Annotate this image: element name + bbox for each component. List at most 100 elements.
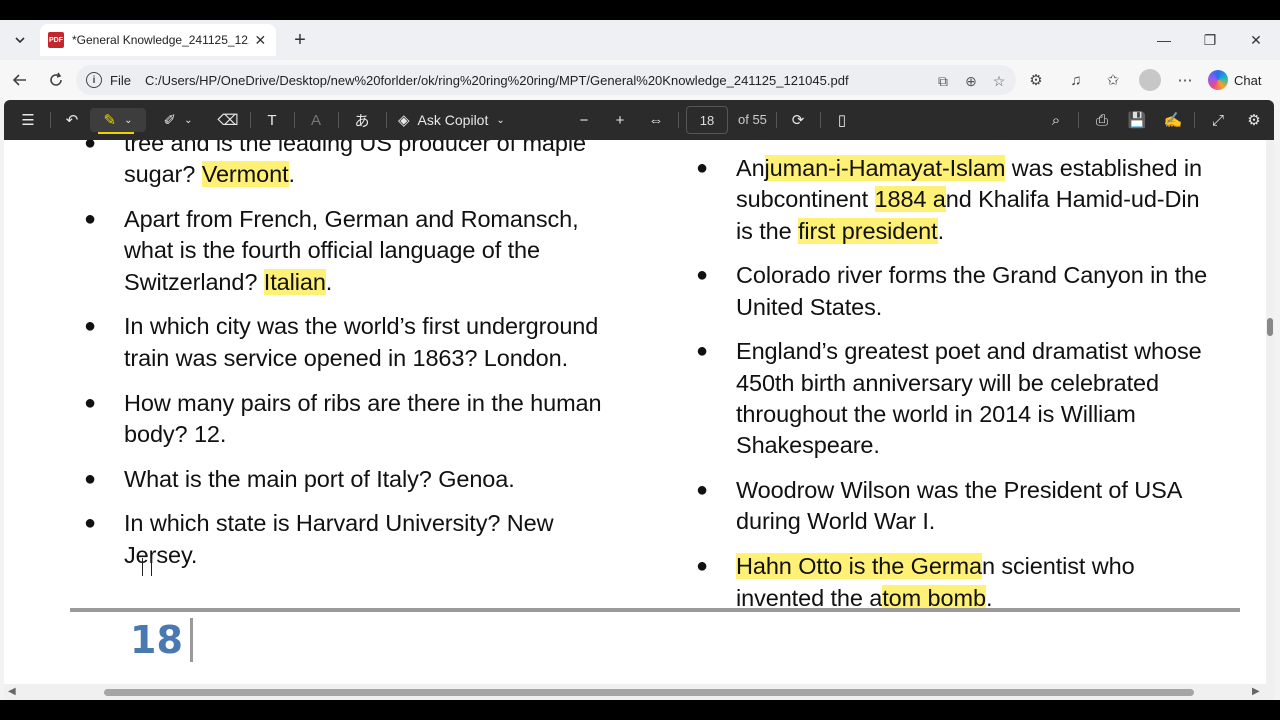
- vertical-scroll-thumb[interactable]: [1267, 318, 1273, 336]
- list-item-text: What is the main port of Italy? Genoa.: [124, 465, 515, 492]
- save-as-icon[interactable]: ✍: [1161, 108, 1185, 132]
- bullet-icon: ●: [696, 157, 708, 179]
- more-menu-icon[interactable]: ⋯: [1173, 68, 1197, 92]
- page-total: of 55: [738, 112, 767, 127]
- zoom-icon[interactable]: ⊕: [962, 72, 980, 90]
- highlighted-text: Italian: [263, 268, 326, 295]
- tab-title: *General Knowledge_241125_121045: [72, 33, 249, 47]
- list-item: ● In which city was the world’s first und…: [84, 311, 624, 374]
- save-icon[interactable]: 💾: [1125, 108, 1149, 132]
- tab-active[interactable]: PDF *General Knowledge_241125_121045 ✕: [40, 24, 276, 56]
- bullet-icon: ●: [84, 315, 96, 338]
- copilot-icon: ◈: [398, 112, 410, 129]
- eraser-icon[interactable]: ⌫: [216, 108, 240, 132]
- list-item: ● Colorado river forms the Grand Canyon i…: [696, 260, 1216, 323]
- close-window-button[interactable]: ✕: [1244, 28, 1268, 52]
- translate-icon[interactable]: あ: [350, 108, 374, 132]
- toolbar-divider: [386, 112, 387, 128]
- copilot-chat-button[interactable]: Chat: [1208, 67, 1261, 93]
- tab-strip: PDF *General Knowledge_241125_121045 ✕ +…: [0, 20, 1280, 60]
- scroll-right-icon[interactable]: ▶: [1252, 686, 1260, 697]
- reading-tools-icon[interactable]: ♫: [1064, 68, 1088, 92]
- undo-icon[interactable]: ↶: [60, 108, 84, 132]
- chevron-down-icon: ⌄: [184, 114, 193, 126]
- list-item-text: .: [325, 268, 333, 295]
- zoom-in-icon[interactable]: +: [608, 108, 632, 132]
- list-item: ● Woodrow Wilson was the President of USA…: [696, 475, 1216, 538]
- list-item: ● Apart from French, German and Romansch,…: [84, 204, 624, 298]
- add-text-icon[interactable]: T: [260, 108, 284, 132]
- draw-tool-button[interactable]: ✐ ⌄: [156, 108, 200, 132]
- info-icon[interactable]: i: [86, 72, 102, 88]
- avatar[interactable]: [1139, 69, 1161, 91]
- toolbar-divider: [1078, 112, 1079, 128]
- pdf-toolbar: ☰ ↶ ✎ ⌄ ✐ ⌄ ⌫ T A あ ◈ Ask Copilot ⌄ − + …: [4, 100, 1274, 140]
- pdf-icon: PDF: [48, 32, 64, 48]
- page-number-input[interactable]: 18: [686, 106, 728, 134]
- list-item-text: .: [985, 584, 993, 611]
- toolbar-divider: [820, 112, 821, 128]
- rotate-icon[interactable]: ⟳: [786, 108, 810, 132]
- list-item-text: .: [288, 161, 296, 188]
- highlighted-text: Vermont: [201, 161, 289, 188]
- toolbar-divider: [250, 112, 251, 128]
- list-item-text: Colorado river forms the Grand Canyon in…: [736, 262, 1208, 320]
- page-view-icon[interactable]: ▯: [830, 108, 854, 132]
- address-row: i File C:/Users/HP/OneDrive/Desktop/new%…: [0, 60, 1280, 100]
- toolbar-divider: [1194, 112, 1195, 128]
- bullet-icon: ●: [696, 555, 708, 578]
- tab-list-button[interactable]: [8, 28, 32, 52]
- list-item: ● What is the main port of Italy? Genoa.: [84, 464, 624, 495]
- contents-icon[interactable]: ☰: [16, 108, 40, 132]
- settings-gear-icon[interactable]: ⚙: [1242, 108, 1266, 132]
- right-column: ● Anjuman-i-Hamayat-Islam was established…: [696, 153, 1216, 627]
- extensions-icon[interactable]: ⚙: [1024, 68, 1048, 92]
- highlight-color-indicator: [98, 132, 134, 134]
- bullet-icon: ●: [84, 391, 96, 414]
- highlighted-text: juman-i-Hamayat-Islam: [764, 155, 1006, 181]
- fullscreen-icon[interactable]: ⤢: [1206, 108, 1230, 132]
- highlighted-text: Hahn Otto is the Germa: [736, 553, 982, 580]
- horizontal-scrollbar[interactable]: ◀ ▶: [4, 684, 1266, 700]
- favorites-icon[interactable]: ✩: [1101, 68, 1125, 92]
- list-item-text: .: [937, 217, 945, 244]
- scroll-left-icon[interactable]: ◀: [8, 686, 16, 697]
- highlight-tool-button[interactable]: ✎ ⌄: [90, 108, 146, 134]
- vertical-scrollbar[interactable]: [1266, 140, 1274, 700]
- horizontal-scroll-thumb[interactable]: [104, 689, 1194, 696]
- bullet-icon: ●: [696, 340, 708, 363]
- text-cursor-icon: [142, 558, 152, 576]
- refresh-button[interactable]: [44, 68, 68, 92]
- fit-page-icon[interactable]: ⇔: [644, 108, 668, 132]
- search-icon[interactable]: ⌕: [1044, 108, 1068, 132]
- bullet-icon: ●: [696, 479, 708, 502]
- refresh-icon: [50, 72, 62, 86]
- left-column: ● tree and is the leading US producer of …: [84, 140, 624, 585]
- zoom-out-icon[interactable]: −: [572, 108, 596, 132]
- list-item: ● Anjuman-i-Hamayat-Islam was established…: [696, 153, 1216, 247]
- back-button[interactable]: [8, 68, 32, 92]
- tab-close-button[interactable]: ✕: [253, 32, 268, 49]
- url-scheme: File: [110, 72, 131, 88]
- ask-copilot-button[interactable]: ◈ Ask Copilot ⌄: [398, 108, 518, 132]
- chat-label: Chat: [1234, 72, 1262, 88]
- footer-rule: [70, 608, 1240, 612]
- address-bar[interactable]: i File C:/Users/HP/OneDrive/Desktop/new%…: [76, 65, 1016, 95]
- list-item: ● In which state is Harvard University? N…: [84, 508, 624, 571]
- highlighted-text: tom bomb: [882, 584, 986, 611]
- toolbar-divider: [294, 112, 295, 128]
- favorite-star-icon[interactable]: ☆: [990, 72, 1008, 90]
- browser-window: PDF *General Knowledge_241125_121045 ✕ +…: [0, 20, 1280, 700]
- toolbar-divider: [50, 112, 51, 128]
- url-text[interactable]: C:/Users/HP/OneDrive/Desktop/new%20forld…: [145, 73, 915, 88]
- copilot-icon: [1208, 70, 1228, 90]
- immersive-reader-icon[interactable]: ⧉: [934, 72, 952, 90]
- toolbar-divider: [776, 112, 777, 128]
- bullet-icon: ●: [84, 512, 96, 535]
- restore-button[interactable]: ❐: [1198, 28, 1222, 52]
- pdf-viewer[interactable]: ● tree and is the leading US producer of …: [4, 140, 1274, 700]
- minimize-button[interactable]: —: [1152, 28, 1176, 52]
- print-icon[interactable]: ⎙: [1090, 108, 1114, 132]
- list-item: ● Hahn Otto is the German scientist who i…: [696, 551, 1216, 614]
- new-tab-button[interactable]: +: [288, 28, 312, 52]
